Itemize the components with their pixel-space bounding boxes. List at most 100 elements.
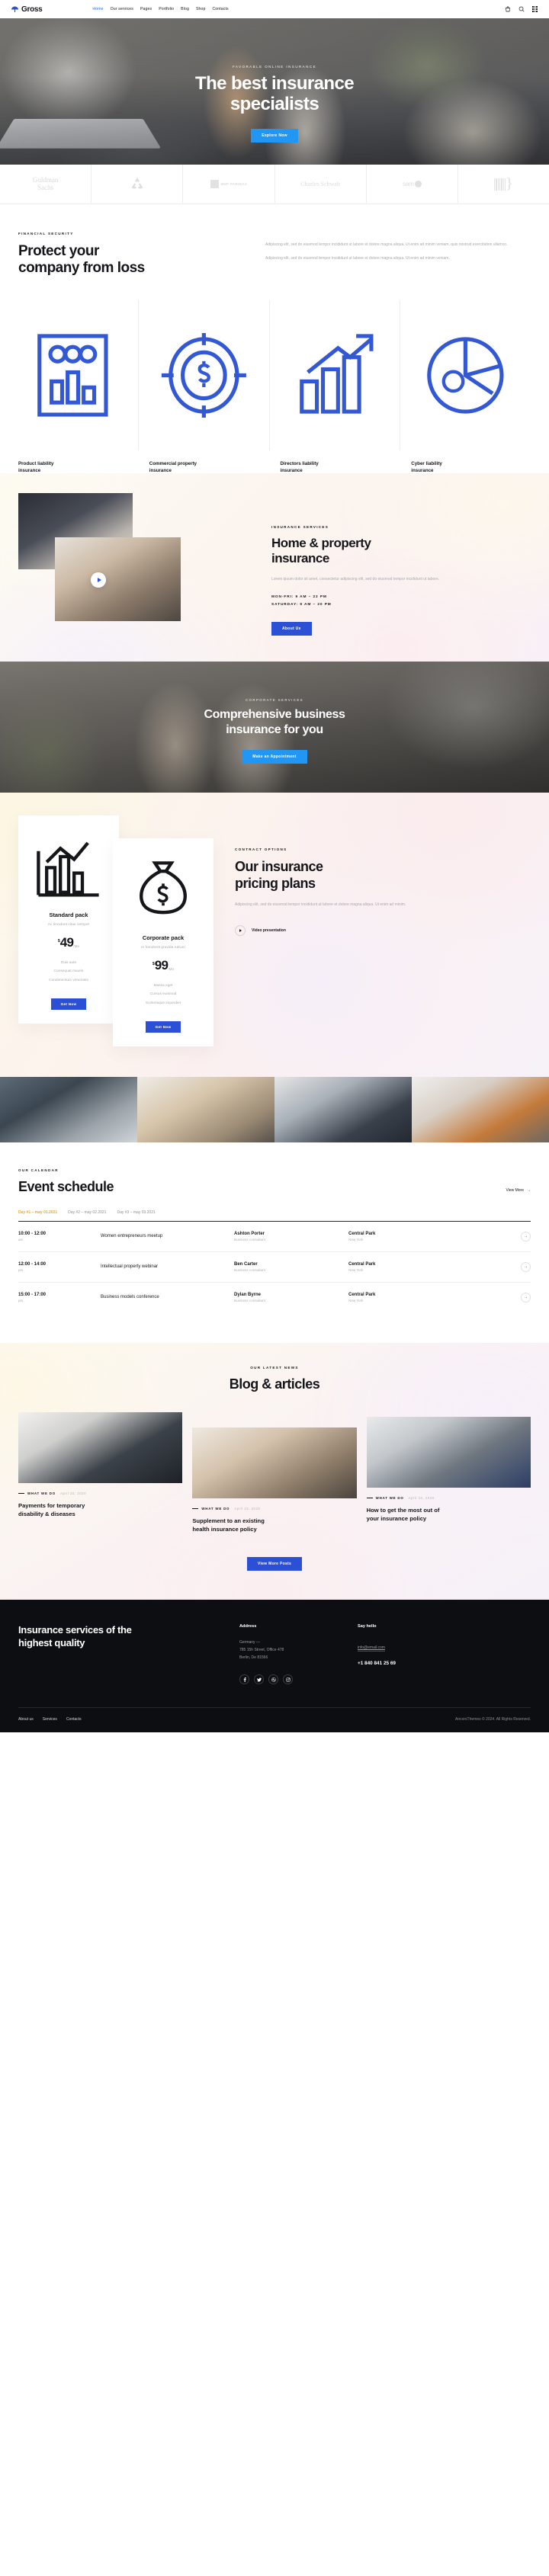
menu-grid-icon[interactable]: [531, 6, 538, 13]
service-card-commercial-property[interactable]: Commercial property insurance →: [139, 300, 270, 492]
twitter-icon[interactable]: [254, 1674, 264, 1685]
blog-post-title-line1: How to get the most out of: [366, 1507, 440, 1514]
home-property-media: [18, 492, 262, 630]
plan-price: $ 49 /Mo: [27, 935, 110, 950]
footer-phone[interactable]: +1 840 841 25 69: [358, 1661, 476, 1666]
brand-logo[interactable]: Gross: [11, 5, 43, 14]
pricing-section: Standard pack Ac tincidunt vitae semper …: [0, 793, 549, 1076]
service-card-directors-liability[interactable]: Directors liability insurance →: [270, 300, 401, 492]
logo-charles-schwab: Charles Schwab: [275, 165, 367, 203]
protect-paragraph-1: Adipiscing elit, sed do eiusmod tempor i…: [265, 242, 508, 247]
table-row[interactable]: 12:00 - 14:00 pm Intellectual property w…: [18, 1252, 531, 1283]
service-card-cyber-liability[interactable]: Cyber liability insurance →: [400, 300, 531, 492]
nav-item-shop[interactable]: Shop: [196, 7, 206, 11]
footer-email-link[interactable]: info@email.com: [358, 1645, 385, 1652]
events-view-more-label: View More: [506, 1187, 524, 1193]
home-property-section: INSURANCE SERVICES Home & property insur…: [0, 473, 549, 662]
gallery-image-3: [274, 1076, 412, 1142]
table-row[interactable]: 10:00 - 12:00 am Women entrepreneurs mee…: [18, 1222, 531, 1252]
service-card-title-line1: Commercial property: [149, 460, 197, 466]
footer-copyright: AncorsThemes © 2024. All Rights Reserved…: [454, 1717, 531, 1722]
blog-post-image: [192, 1427, 357, 1499]
blog-post-card[interactable]: WHAT WE DO April 10, 2020 How to get the…: [366, 1417, 531, 1523]
pricing-plan-standard: Standard pack Ac tincidunt vitae semper …: [18, 815, 119, 1024]
plan-price: $ 99 /Mo: [122, 959, 204, 972]
blog-post-card[interactable]: WHAT WE DO April 15, 2020 Supplement to …: [192, 1427, 357, 1533]
nav-item-pages[interactable]: Pages: [140, 7, 152, 11]
event-arrow-icon[interactable]: →: [521, 1231, 531, 1242]
play-button-icon[interactable]: [91, 572, 106, 588]
banner-title-line2: insurance for you: [226, 722, 323, 736]
plan-get-now-button[interactable]: Get Now: [145, 1020, 181, 1033]
event-location-city: New York: [348, 1267, 364, 1272]
footer-social-links: [239, 1674, 358, 1685]
event-speaker-name: Ben Carter: [234, 1261, 258, 1267]
events-view-more-link[interactable]: View More →: [506, 1188, 531, 1195]
logo-bars: }: [458, 165, 549, 203]
event-day-tab-2[interactable]: Day #2 – may 02.2021: [68, 1210, 106, 1215]
explore-now-button[interactable]: Explore Now: [251, 128, 298, 143]
photo-gallery-strip: [0, 1076, 549, 1142]
nav-item-our-services[interactable]: Our services: [111, 7, 133, 11]
service-card-product-liability[interactable]: Product liability insurance →: [18, 300, 139, 492]
blog-post-date: April 15, 2020: [234, 1507, 261, 1511]
event-day-tab-3[interactable]: Day #3 – may 03.2021: [117, 1210, 155, 1215]
blog-post-category: WHAT WE DO: [367, 1496, 404, 1500]
service-cards: Product liability insurance → Commercial…: [18, 300, 531, 492]
nav-item-contacts[interactable]: Contacts: [212, 7, 228, 11]
event-day-tab-1[interactable]: Day #1 – may 01.2021: [18, 1210, 57, 1215]
event-arrow-icon[interactable]: →: [521, 1261, 531, 1272]
chart-bars-icon: [27, 829, 110, 912]
nav-item-portfolio[interactable]: Portfolio: [159, 7, 174, 11]
view-more-posts-button[interactable]: View More Posts: [246, 1557, 303, 1572]
footer-address-heading: Address: [239, 1624, 257, 1629]
plan-subtitle: In hendrerit gravida rutrum: [141, 946, 185, 950]
facebook-icon[interactable]: [239, 1674, 249, 1685]
instagram-icon[interactable]: [283, 1674, 293, 1685]
umbrella-icon: [11, 5, 19, 14]
make-appointment-button[interactable]: Make an Appointment: [242, 750, 307, 764]
hero-eyebrow: FAVORABLE ONLINE INSURANCE: [232, 65, 317, 69]
event-location: Central Park New York: [348, 1232, 521, 1242]
event-arrow-icon[interactable]: →: [521, 1292, 531, 1302]
event-day-tabs: Day #1 – may 01.2021 Day #2 – may 02.202…: [18, 1210, 531, 1215]
blog-post-card[interactable]: WHAT WE DO April 20, 2020 Payments for t…: [18, 1412, 183, 1518]
arrow-right-icon: →: [527, 1187, 531, 1193]
team-meeting-image: [55, 537, 181, 621]
plan-name: Corporate pack: [142, 934, 185, 942]
plan-features: Duis aute Consequat mauris Condimentum v…: [27, 959, 110, 984]
nav-item-blog[interactable]: Blog: [181, 7, 189, 11]
plan-amount: 49: [59, 935, 74, 950]
logo-goldman-line2: Sachs: [37, 183, 54, 191]
footer-title-line1: Insurance services of the: [18, 1624, 132, 1636]
product-liability-icon: [18, 300, 127, 450]
home-property-eyebrow: INSURANCE SERVICES: [271, 524, 329, 529]
cart-icon[interactable]: [504, 6, 511, 13]
table-row[interactable]: 15:00 - 17:00 pm Business models confere…: [18, 1283, 531, 1312]
video-presentation-link[interactable]: Video presentation: [235, 925, 531, 937]
footer-address-line2: 785 15h Street, Office 478: [239, 1648, 284, 1653]
footer-address-line3: Berlin, De 81566: [239, 1655, 268, 1661]
footer-link-about-us[interactable]: About us: [18, 1717, 34, 1722]
events-eyebrow: OUR CALENDAR: [18, 1168, 59, 1172]
directors-liability-icon: [281, 300, 390, 450]
search-icon[interactable]: [518, 6, 525, 13]
event-name: Intellectual property webinar: [101, 1264, 159, 1270]
blog-post-title: Payments for temporary disability & dise…: [18, 1501, 182, 1518]
service-card-title-line1: Product liability: [18, 460, 54, 466]
footer-link-contacts[interactable]: Contacts: [66, 1717, 82, 1722]
home-property-title-line1: Home & property: [271, 535, 371, 550]
bars-icon: [494, 178, 506, 191]
event-name: Business models conference: [101, 1295, 159, 1300]
event-speaker-name: Ashton Porter: [234, 1231, 265, 1236]
about-us-button[interactable]: About Us: [271, 622, 312, 636]
plan-feature: Cursus euismod: [149, 992, 177, 997]
event-time-meridiem: pm: [18, 1298, 24, 1302]
brand-name: Gross: [21, 5, 43, 14]
footer-link-services[interactable]: Services: [43, 1717, 57, 1722]
blog-post-title: Supplement to an existing health insuran…: [192, 1517, 356, 1533]
dribbble-icon[interactable]: [268, 1674, 278, 1685]
plan-get-now-button[interactable]: Get Now: [50, 998, 87, 1010]
plan-feature: Condimentum venenatis: [49, 978, 88, 982]
nav-item-home[interactable]: Home: [92, 7, 103, 11]
